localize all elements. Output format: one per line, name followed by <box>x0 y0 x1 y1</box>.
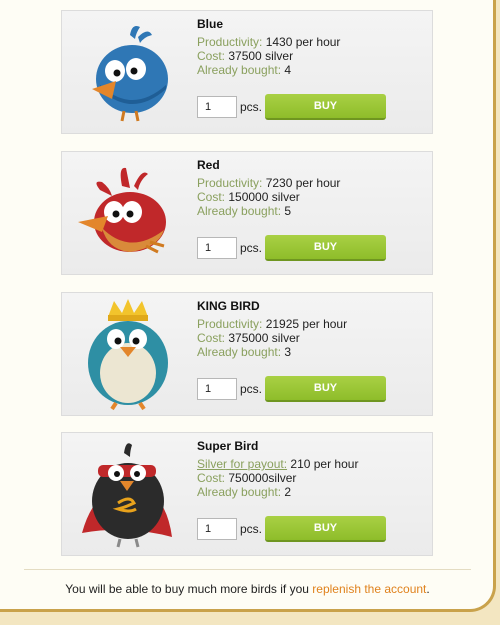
buy-row: pcs. BUY <box>197 516 386 542</box>
buy-button[interactable]: BUY <box>265 235 386 261</box>
buy-row: pcs. BUY <box>197 235 386 261</box>
pcs-label: pcs. <box>240 382 263 396</box>
productivity-label: Productivity: <box>197 176 263 190</box>
bird-name: Super Bird <box>197 439 259 453</box>
cost-label: Cost: <box>197 471 226 485</box>
bought-label: Already bought: <box>197 63 282 77</box>
quantity-input[interactable] <box>197 237 237 259</box>
pcs-label: pcs. <box>240 100 263 114</box>
quantity-input[interactable] <box>197 518 237 540</box>
bird-name: Red <box>197 158 220 172</box>
footer-text-end: . <box>426 582 430 596</box>
cost-value: 37500 silver <box>228 49 294 63</box>
buy-button[interactable]: BUY <box>265 94 386 120</box>
red-bird-icon <box>72 156 182 270</box>
productivity-line: Productivity: 1430 per hour <box>197 35 427 49</box>
cost-label: Cost: <box>197 331 226 345</box>
cost-line: Cost: 37500 silver <box>197 49 427 63</box>
cost-value: 150000 silver <box>228 190 300 204</box>
bird-card-blue: Blue Productivity: 1430 per hour Cost: 3… <box>61 10 433 134</box>
productivity-label: Productivity: <box>197 317 263 331</box>
payout-value: 210 per hour <box>290 457 359 471</box>
bought-line: Already bought: 5 <box>197 204 427 218</box>
payout-line: Silver for payout: 210 per hour <box>197 457 427 471</box>
pcs-label: pcs. <box>240 522 263 536</box>
super-bird-icon <box>72 437 182 551</box>
replenish-account-link[interactable]: replenish the account <box>312 582 426 596</box>
buy-row: pcs. BUY <box>197 94 386 120</box>
quantity-input[interactable] <box>197 96 237 118</box>
cost-value: 375000 silver <box>228 331 300 345</box>
bird-card-red: Red Productivity: 7230 per hour Cost: 15… <box>61 151 433 275</box>
buy-button[interactable]: BUY <box>265 376 386 402</box>
bought-value: 3 <box>284 345 292 359</box>
cost-label: Cost: <box>197 190 226 204</box>
bird-name: KING BIRD <box>197 299 260 313</box>
productivity-label: Productivity: <box>197 35 263 49</box>
productivity-line: Productivity: 7230 per hour <box>197 176 427 190</box>
shop-panel: Blue Productivity: 1430 per hour Cost: 3… <box>0 0 496 612</box>
bird-card-king: KING BIRD Productivity: 21925 per hour C… <box>61 292 433 416</box>
productivity-line: Productivity: 21925 per hour <box>197 317 427 331</box>
bird-name: Blue <box>197 17 224 31</box>
bought-line: Already bought: 2 <box>197 485 427 499</box>
cost-value: 750000silver <box>228 471 297 485</box>
productivity-value: 7230 per hour <box>265 176 341 190</box>
bought-label: Already bought: <box>197 485 282 499</box>
footer-text: You will be able to buy much more birds … <box>65 582 313 596</box>
buy-button[interactable]: BUY <box>265 516 386 542</box>
bought-value: 5 <box>284 204 292 218</box>
productivity-value: 21925 per hour <box>265 317 348 331</box>
footer-note: You will be able to buy much more birds … <box>24 569 471 596</box>
payout-label-link[interactable]: Silver for payout: <box>197 457 287 471</box>
cost-line: Cost: 375000 silver <box>197 331 427 345</box>
cost-label: Cost: <box>197 49 226 63</box>
bought-value: 2 <box>284 485 292 499</box>
bought-line: Already bought: 4 <box>197 63 427 77</box>
bird-card-super: Super Bird Silver for payout: 210 per ho… <box>61 432 433 556</box>
bought-label: Already bought: <box>197 345 282 359</box>
pcs-label: pcs. <box>240 241 263 255</box>
blue-bird-icon <box>72 15 182 129</box>
productivity-value: 1430 per hour <box>265 35 341 49</box>
bought-line: Already bought: 3 <box>197 345 427 359</box>
buy-row: pcs. BUY <box>197 376 386 402</box>
king-bird-icon <box>72 297 182 411</box>
bought-label: Already bought: <box>197 204 282 218</box>
bought-value: 4 <box>284 63 292 77</box>
quantity-input[interactable] <box>197 378 237 400</box>
cost-line: Cost: 150000 silver <box>197 190 427 204</box>
cost-line: Cost: 750000silver <box>197 471 427 485</box>
